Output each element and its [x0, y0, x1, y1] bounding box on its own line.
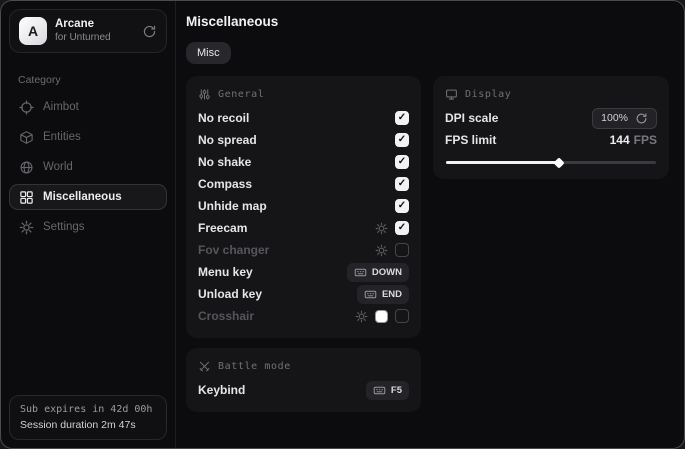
general-panel-header: General [198, 85, 409, 107]
dpi-scale-select[interactable]: 100% [592, 108, 657, 129]
no-shake-checkbox[interactable] [395, 155, 409, 169]
setting-row-crosshair: Crosshair [198, 305, 409, 327]
keyboard-icon [364, 288, 377, 301]
slider-thumb[interactable] [554, 157, 565, 168]
menu-keybind-badge[interactable]: DOWN [347, 263, 409, 282]
subscription-status-card: Sub expires in 42d 00h Session duration … [9, 395, 167, 440]
fps-limit-value: 144 [610, 133, 630, 147]
setting-row-no-shake: No shake [198, 151, 409, 173]
sub-expiry-text: Sub expires in 42d 00h [20, 404, 156, 415]
keyboard-icon [354, 266, 367, 279]
compass-checkbox[interactable] [395, 177, 409, 191]
setting-label: Unhide map [198, 199, 267, 213]
setting-row-compass: Compass [198, 173, 409, 195]
display-panel: Display DPI scale 100% FPS limit [433, 76, 669, 179]
panel-title: Display [465, 89, 511, 100]
tab-bar: Misc [186, 42, 669, 64]
setting-row-unload-key: Unload key END [198, 283, 409, 305]
sidebar-item-world[interactable]: World [9, 154, 167, 180]
setting-row-fov-changer: Fov changer [198, 239, 409, 261]
general-panel: General No recoil No spread No shake [186, 76, 421, 338]
setting-label: Fov changer [198, 243, 269, 257]
setting-label: Compass [198, 177, 252, 191]
tab-misc[interactable]: Misc [186, 42, 231, 64]
setting-label: Unload key [198, 287, 262, 301]
no-spread-checkbox[interactable] [395, 133, 409, 147]
freecam-checkbox[interactable] [395, 221, 409, 235]
keybind-value: END [382, 289, 402, 300]
setting-label: No recoil [198, 111, 249, 125]
sidebar-item-label: Aimbot [43, 101, 79, 113]
swords-icon [198, 360, 211, 373]
sidebar-item-entities[interactable]: Entities [9, 124, 167, 150]
app-header-card: A Arcane for Unturned [9, 9, 167, 53]
monitor-icon [445, 88, 458, 101]
sidebar-item-label: World [43, 161, 73, 173]
crosshair-color-swatch[interactable] [375, 310, 388, 323]
crosshair-checkbox[interactable] [395, 309, 409, 323]
category-label: Category [18, 74, 175, 86]
keybind-value: F5 [391, 385, 402, 396]
session-duration-text: Session duration 2m 47s [20, 419, 156, 431]
no-recoil-checkbox[interactable] [395, 111, 409, 125]
sidebar-item-miscellaneous[interactable]: Miscellaneous [9, 184, 167, 210]
sidebar-item-label: Miscellaneous [43, 191, 122, 203]
sidebar-item-label: Entities [43, 131, 81, 143]
setting-row-no-spread: No spread [198, 129, 409, 151]
crosshair-gear-icon[interactable] [355, 310, 368, 323]
fov-changer-gear-icon[interactable] [375, 244, 388, 257]
setting-row-keybind: Keybind F5 [198, 379, 409, 401]
fps-limit-unit: FPS [634, 133, 657, 147]
setting-label: Freecam [198, 221, 247, 235]
sidebar-item-settings[interactable]: Settings [9, 214, 167, 240]
category-nav: Aimbot Entities World Miscellaneous Sett… [1, 94, 175, 240]
globe-icon [19, 160, 34, 175]
battle-mode-panel-header: Battle mode [198, 357, 409, 379]
app-title-block: Arcane for Unturned [55, 18, 134, 44]
panel-title: General [218, 89, 264, 100]
setting-row-fps-limit: FPS limit 144 FPS [445, 129, 657, 151]
fov-changer-checkbox[interactable] [395, 243, 409, 257]
app-logo: A [19, 17, 47, 45]
setting-row-unhide-map: Unhide map [198, 195, 409, 217]
setting-label: DPI scale [445, 111, 498, 125]
slider-fill [446, 161, 559, 164]
fps-limit-slider[interactable] [446, 161, 656, 164]
setting-label: Keybind [198, 383, 245, 397]
display-panel-header: Display [445, 85, 657, 107]
unload-keybind-badge[interactable]: END [357, 285, 409, 304]
setting-row-freecam: Freecam [198, 217, 409, 239]
sidebar-item-aimbot[interactable]: Aimbot [9, 94, 167, 120]
app-name: Arcane [55, 18, 134, 31]
app-window: A Arcane for Unturned Category Aimbot En… [0, 0, 685, 449]
setting-label: No spread [198, 133, 257, 147]
sliders-icon [198, 88, 211, 101]
main-content: Miscellaneous Misc General No recoil [176, 1, 684, 448]
setting-label: Menu key [198, 265, 253, 279]
gear-icon [19, 220, 34, 235]
setting-row-dpi-scale: DPI scale 100% [445, 107, 657, 129]
cube-icon [19, 130, 34, 145]
page-title: Miscellaneous [186, 14, 669, 29]
sidebar: A Arcane for Unturned Category Aimbot En… [1, 1, 176, 448]
setting-label: Crosshair [198, 309, 254, 323]
setting-label: FPS limit [445, 133, 496, 147]
dpi-scale-value: 100% [601, 112, 628, 124]
sidebar-item-label: Settings [43, 221, 85, 233]
refresh-icon [635, 112, 648, 125]
app-subtitle: for Unturned [55, 32, 134, 44]
unhide-map-checkbox[interactable] [395, 199, 409, 213]
keyboard-icon [373, 384, 386, 397]
panel-title: Battle mode [218, 361, 291, 372]
setting-label: No shake [198, 155, 251, 169]
battle-mode-panel: Battle mode Keybind F5 [186, 348, 421, 412]
history-icon[interactable] [142, 24, 157, 39]
battle-keybind-badge[interactable]: F5 [366, 381, 409, 400]
setting-row-no-recoil: No recoil [198, 107, 409, 129]
setting-row-menu-key: Menu key DOWN [198, 261, 409, 283]
freecam-gear-icon[interactable] [375, 222, 388, 235]
grid-icon [19, 190, 34, 205]
keybind-value: DOWN [372, 267, 402, 278]
crosshair-icon [19, 100, 34, 115]
